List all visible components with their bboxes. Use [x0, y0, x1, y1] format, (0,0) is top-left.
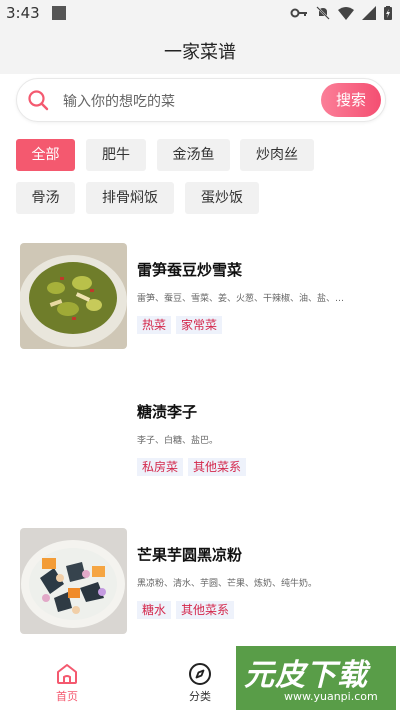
- tag-rib-rice[interactable]: 排骨焖饭: [86, 182, 174, 214]
- recipe-image: [20, 243, 127, 349]
- status-time: 3:43: [6, 4, 40, 22]
- tag-egg-rice[interactable]: 蛋炒饭: [185, 182, 259, 214]
- recipe-ingredients: 李子、白糖、盐巴。: [137, 436, 219, 446]
- nav-category[interactable]: 分类: [170, 662, 230, 704]
- tag-fish[interactable]: 金汤鱼: [157, 139, 230, 171]
- recipe-ingredients: 黑凉粉、清水、芋圆、芒果、炼奶、纯牛奶。: [137, 579, 318, 589]
- recipe-item[interactable]: 糖渍李子 李子、白糖、盐巴。 私房菜 其他菜系: [0, 385, 400, 505]
- recipe-tag: 其他菜系: [176, 601, 235, 619]
- page-title: 一家菜谱: [164, 42, 236, 63]
- recipe-tag: 私房菜: [137, 458, 184, 476]
- recipe-ingredients: 雷笋、蚕豆、雪菜、姜、火葱、干辣椒、油、盐、…: [137, 294, 345, 304]
- watermark-logo: 元皮下载 www.yuanpi.com: [236, 646, 396, 710]
- recipe-title: 糖渍李子: [137, 403, 198, 421]
- tag-soup[interactable]: 骨汤: [16, 182, 75, 214]
- watermark-url: www.yuanpi.com: [284, 690, 378, 703]
- wifi-icon: [338, 6, 354, 20]
- recipe-title: 芒果芋圆黑凉粉: [137, 546, 243, 564]
- tag-beef[interactable]: 肥牛: [86, 139, 146, 171]
- search-input[interactable]: 输入你的想吃的菜: [63, 91, 175, 111]
- signal-icon: [362, 6, 376, 20]
- recipe-item[interactable]: 芒果芋圆黑凉粉 黑凉粉、清水、芋圆、芒果、炼奶、纯牛奶。 糖水 其他菜系: [0, 528, 400, 648]
- recipe-item[interactable]: 雷笋蚕豆炒雪菜 雷笋、蚕豆、雪菜、姜、火葱、干辣椒、油、盐、… 热菜 家常菜: [0, 243, 400, 363]
- mute-bell-icon: [316, 6, 330, 20]
- nav-home[interactable]: 首页: [37, 662, 97, 704]
- recipe-title: 雷笋蚕豆炒雪菜: [137, 261, 243, 279]
- search-icon: [28, 90, 49, 111]
- compass-icon: [189, 663, 211, 685]
- recipe-tag: 家常菜: [176, 316, 223, 334]
- key-icon: [290, 8, 307, 18]
- status-icons: [290, 6, 392, 20]
- app-header: 一家菜谱: [0, 28, 400, 74]
- nav-category-label: 分类: [189, 690, 211, 703]
- recipe-tag: 热菜: [137, 316, 172, 334]
- battery-icon: [384, 6, 392, 20]
- notification-icon: [52, 6, 66, 20]
- tag-all[interactable]: 全部: [16, 139, 75, 171]
- recipe-tag: 糖水: [137, 601, 172, 619]
- watermark-text: 元皮下载: [244, 658, 368, 693]
- recipe-image: [20, 528, 127, 634]
- home-icon: [57, 664, 77, 684]
- status-bar: 3:43: [0, 0, 400, 28]
- recipe-tag: 其他菜系: [188, 458, 247, 476]
- nav-home-label: 首页: [56, 690, 78, 703]
- search-bar[interactable]: 输入你的想吃的菜 搜索: [16, 78, 386, 122]
- tag-pork[interactable]: 炒肉丝: [240, 139, 314, 171]
- search-button[interactable]: 搜索: [321, 83, 381, 117]
